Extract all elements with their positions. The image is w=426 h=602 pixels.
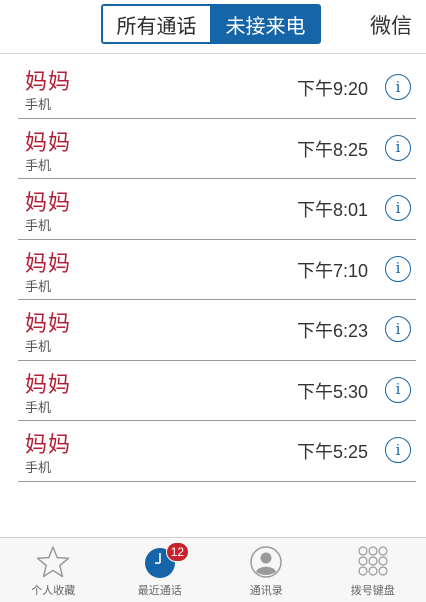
info-glyph: i xyxy=(395,77,401,96)
call-time: 下午5:30 xyxy=(296,381,368,402)
tab-favorites[interactable]: 个人收藏 xyxy=(0,538,107,602)
info-icon[interactable]: i xyxy=(385,437,411,463)
info-glyph: i xyxy=(395,138,401,156)
segment-all-calls[interactable]: 所有通话 xyxy=(103,6,212,42)
call-phone-type: 手机 xyxy=(25,461,52,476)
caller-name: 妈妈 xyxy=(25,130,72,156)
tab-contacts-label: 通讯录 xyxy=(249,584,283,597)
info-icon[interactable]: i xyxy=(385,195,411,221)
call-phone-type: 手机 xyxy=(25,98,52,113)
caller-name: 妈妈 xyxy=(25,251,72,277)
call-row[interactable]: 妈妈 手机 下午7:10 i xyxy=(18,240,416,300)
info-icon[interactable]: i xyxy=(385,134,411,161)
info-icon[interactable]: i xyxy=(385,316,411,342)
info-icon[interactable]: i xyxy=(385,255,411,282)
bottom-tab-bar: 个人收藏 12 最近通话 通讯录 拨号键盘 xyxy=(0,537,426,602)
call-phone-type: 手机 xyxy=(25,219,52,234)
caller-name: 妈妈 xyxy=(25,372,72,398)
call-time: 下午8:25 xyxy=(296,139,368,160)
call-time: 下午5:25 xyxy=(296,442,368,462)
caller-name: 妈妈 xyxy=(25,70,72,95)
call-phone-type: 手机 xyxy=(25,279,52,295)
wechat-button[interactable]: 微信 xyxy=(370,10,412,40)
tab-recents-label: 最近通话 xyxy=(137,584,182,597)
tab-keypad-label: 拨号键盘 xyxy=(350,584,395,597)
call-row[interactable]: 妈妈 手机 下午9:20 i xyxy=(18,58,416,119)
segment-missed-calls[interactable]: 未接来电 xyxy=(212,6,319,42)
call-list: 妈妈 手机 下午9:20 i 妈妈 手机 下午8:25 i 妈妈 手机 下午8:… xyxy=(0,58,426,482)
call-time: 下午9:20 xyxy=(296,79,368,99)
clock-icon: 12 xyxy=(140,542,190,580)
info-icon[interactable]: i xyxy=(385,376,411,403)
call-row[interactable]: 妈妈 手机 下午8:01 i xyxy=(18,179,416,240)
info-glyph: i xyxy=(395,259,401,277)
info-glyph: i xyxy=(395,198,401,217)
call-phone-type: 手机 xyxy=(25,340,52,355)
call-filter-segmented-control: 所有通话 未接来电 xyxy=(101,4,321,44)
tab-contacts[interactable]: 通讯录 xyxy=(213,538,320,602)
call-row[interactable]: 妈妈 手机 下午8:25 i xyxy=(18,119,416,179)
call-row[interactable]: 妈妈 手机 下午6:23 i xyxy=(18,300,416,361)
info-glyph: i xyxy=(395,380,401,398)
info-glyph: i xyxy=(395,319,401,338)
info-icon[interactable]: i xyxy=(385,74,411,100)
call-row[interactable]: 妈妈 手机 下午5:25 i xyxy=(18,421,416,482)
call-time: 下午7:10 xyxy=(296,260,368,281)
tab-recents[interactable]: 12 最近通话 xyxy=(107,538,214,602)
call-row[interactable]: 妈妈 手机 下午5:30 i xyxy=(18,361,416,421)
top-bar: 所有通话 未接来电 微信 xyxy=(0,0,426,54)
keypad-icon xyxy=(353,544,393,580)
person-icon xyxy=(246,544,286,580)
tab-favorites-label: 个人收藏 xyxy=(31,584,76,597)
recents-badge: 12 xyxy=(165,542,190,562)
caller-name: 妈妈 xyxy=(25,312,72,337)
star-icon xyxy=(33,544,73,580)
info-glyph: i xyxy=(395,440,401,459)
caller-name: 妈妈 xyxy=(25,433,72,458)
call-time: 下午6:23 xyxy=(296,321,368,341)
tab-keypad[interactable]: 拨号键盘 xyxy=(320,538,426,602)
call-phone-type: 手机 xyxy=(25,400,52,416)
call-time: 下午8:01 xyxy=(296,200,368,220)
caller-name: 妈妈 xyxy=(25,191,72,216)
call-phone-type: 手机 xyxy=(25,158,52,174)
